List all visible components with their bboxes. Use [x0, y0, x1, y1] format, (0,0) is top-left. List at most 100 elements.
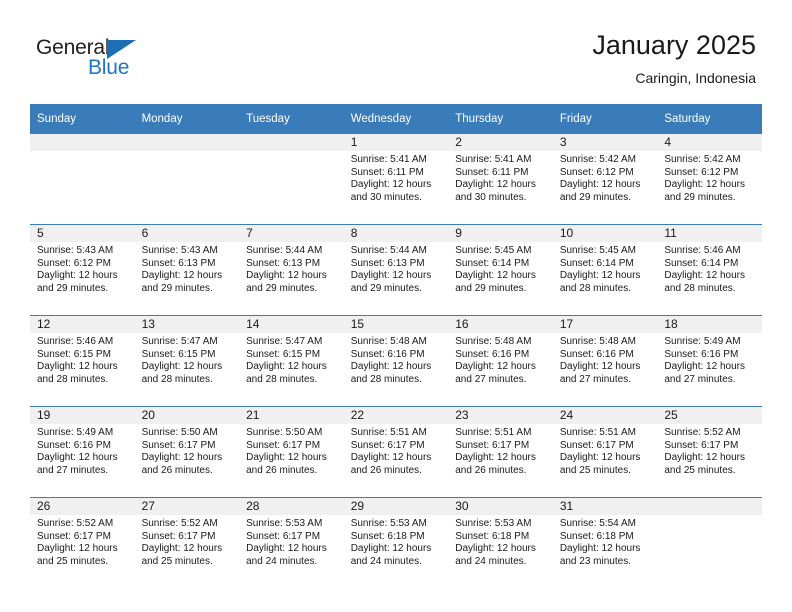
day-details: Sunrise: 5:42 AM Sunset: 6:12 PM Daylight:… — [553, 151, 658, 204]
generalblue-logo[interactable]: General Blue — [36, 36, 206, 84]
day-number: 2 — [448, 134, 553, 151]
day-number: 18 — [657, 316, 762, 333]
day-detail-line: Sunset: 6:12 PM — [664, 166, 739, 178]
day-cell-23[interactable]: 23 Sunrise: 5:51 AM Sunset: 6:17 PM Dayligh… — [448, 406, 553, 498]
day-number: 13 — [134, 316, 240, 333]
day-details: Sunrise: 5:42 AM Sunset: 6:12 PM Daylight:… — [657, 151, 762, 204]
day-detail-line: Daylight: 12 hours — [664, 452, 745, 464]
day-cell-empty — [657, 497, 762, 588]
day-cell-11[interactable]: 11 Sunrise: 5:46 AM Sunset: 6:14 PM Dayligh… — [657, 224, 762, 316]
day-detail-line: Sunset: 6:14 PM — [455, 257, 530, 269]
day-number: 9 — [448, 225, 553, 242]
day-cell-25[interactable]: 25 Sunrise: 5:52 AM Sunset: 6:17 PM Dayligh… — [657, 406, 762, 498]
day-cell-30[interactable]: 30 Sunrise: 5:53 AM Sunset: 6:18 PM Dayligh… — [448, 497, 553, 588]
day-details — [30, 151, 135, 154]
day-detail-line: Sunrise: 5:46 AM — [37, 336, 114, 347]
day-detail-line: Sunset: 6:17 PM — [37, 530, 111, 542]
day-cell-12[interactable]: 12 Sunrise: 5:46 AM Sunset: 6:15 PM Dayligh… — [30, 315, 135, 407]
day-detail-line: Sunrise: 5:51 AM — [350, 427, 427, 438]
day-detail-line: Daylight: 12 hours — [350, 361, 432, 373]
logo-text-blue: Blue — [88, 56, 130, 79]
day-cell-9[interactable]: 9 Sunrise: 5:45 AM Sunset: 6:14 PM Daylight… — [448, 224, 553, 316]
day-cell-3[interactable]: 3 Sunrise: 5:42 AM Sunset: 6:12 PM Daylight… — [552, 134, 658, 225]
day-cell-7[interactable]: 7 Sunrise: 5:44 AM Sunset: 6:13 PM Daylight… — [239, 224, 344, 316]
day-detail-line: Daylight: 12 hours — [664, 361, 745, 373]
day-cell-15[interactable]: 15 Sunrise: 5:48 AM Sunset: 6:16 PM Dayligh… — [343, 315, 449, 407]
day-number: 17 — [552, 316, 658, 333]
weekday-header-friday: Friday — [552, 104, 658, 134]
day-details: Sunrise: 5:45 AM Sunset: 6:14 PM Daylight:… — [553, 242, 658, 295]
day-detail-line: and 28 minutes. — [37, 373, 109, 385]
day-details: Sunrise: 5:54 AM Sunset: 6:18 PM Daylight:… — [553, 515, 658, 568]
day-details: Sunrise: 5:43 AM Sunset: 6:13 PM Daylight:… — [135, 242, 240, 295]
day-detail-line: Daylight: 12 hours — [559, 179, 641, 191]
day-cell-10[interactable]: 10 Sunrise: 5:45 AM Sunset: 6:14 PM Dayligh… — [552, 224, 658, 316]
day-details: Sunrise: 5:46 AM Sunset: 6:14 PM Daylight:… — [657, 242, 762, 295]
day-detail-line: Daylight: 12 hours — [559, 543, 641, 555]
day-detail-line: Sunrise: 5:53 AM — [246, 518, 323, 529]
day-details: Sunrise: 5:53 AM Sunset: 6:18 PM Daylight:… — [448, 515, 553, 568]
day-detail-line: and 28 minutes. — [141, 373, 213, 385]
day-detail-line: and 25 minutes. — [559, 464, 631, 476]
day-detail-line: Daylight: 12 hours — [559, 270, 641, 282]
title-block: January 2025 Caringin, Indonesia — [592, 28, 756, 88]
day-detail-line: Sunset: 6:18 PM — [559, 530, 634, 542]
day-detail-line: Daylight: 12 hours — [246, 270, 327, 282]
day-detail-line: Sunrise: 5:48 AM — [350, 336, 427, 347]
day-detail-line: Sunrise: 5:52 AM — [141, 518, 218, 529]
day-number: 4 — [657, 134, 762, 151]
day-detail-line: Daylight: 12 hours — [455, 270, 536, 282]
day-number: 23 — [448, 407, 553, 424]
day-cell-2[interactable]: 2 Sunrise: 5:41 AM Sunset: 6:11 PM Daylight… — [448, 134, 553, 225]
day-cell-28[interactable]: 28 Sunrise: 5:53 AM Sunset: 6:17 PM Dayligh… — [239, 497, 344, 588]
day-cell-16[interactable]: 16 Sunrise: 5:48 AM Sunset: 6:16 PM Dayligh… — [448, 315, 553, 407]
day-cell-5[interactable]: 5 Sunrise: 5:43 AM Sunset: 6:12 PM Daylight… — [30, 224, 135, 316]
day-cell-26[interactable]: 26 Sunrise: 5:52 AM Sunset: 6:17 PM Dayligh… — [30, 497, 135, 588]
day-number: 1 — [343, 134, 449, 151]
day-details: Sunrise: 5:47 AM Sunset: 6:15 PM Daylight:… — [135, 333, 240, 386]
day-detail-line: Daylight: 12 hours — [455, 452, 536, 464]
day-cell-8[interactable]: 8 Sunrise: 5:44 AM Sunset: 6:13 PM Daylight… — [343, 224, 449, 316]
day-number — [239, 134, 344, 151]
page-header: General Blue January 2025 Caringin, Indo… — [0, 0, 792, 104]
calendar-table: Sunday Monday Tuesday Wednesday Thursday Frid… — [30, 104, 762, 588]
day-detail-line: Daylight: 12 hours — [350, 179, 432, 191]
day-cell-18[interactable]: 18 Sunrise: 5:49 AM Sunset: 6:16 PM Dayligh… — [657, 315, 762, 407]
day-cell-14[interactable]: 14 Sunrise: 5:47 AM Sunset: 6:15 PM Dayligh… — [239, 315, 344, 407]
day-cell-4[interactable]: 4 Sunrise: 5:42 AM Sunset: 6:12 PM Daylight… — [657, 134, 762, 225]
day-detail-line: and 25 minutes. — [664, 464, 736, 476]
day-cell-22[interactable]: 22 Sunrise: 5:51 AM Sunset: 6:17 PM Dayligh… — [343, 406, 449, 498]
calendar-week-row: 5 Sunrise: 5:43 AM Sunset: 6:12 PM Daylight… — [30, 224, 762, 316]
day-cell-13[interactable]: 13 Sunrise: 5:47 AM Sunset: 6:15 PM Dayligh… — [134, 315, 240, 407]
day-cell-20[interactable]: 20 Sunrise: 5:50 AM Sunset: 6:17 PM Dayligh… — [134, 406, 240, 498]
day-cell-27[interactable]: 27 Sunrise: 5:52 AM Sunset: 6:17 PM Dayligh… — [134, 497, 240, 588]
day-cell-1[interactable]: 1 Sunrise: 5:41 AM Sunset: 6:11 PM Daylight… — [343, 134, 449, 225]
day-detail-line: Daylight: 12 hours — [559, 452, 641, 464]
calendar-week-row: 12 Sunrise: 5:46 AM Sunset: 6:15 PM Dayligh… — [30, 315, 762, 407]
day-cell-24[interactable]: 24 Sunrise: 5:51 AM Sunset: 6:17 PM Dayligh… — [552, 406, 658, 498]
day-detail-line: Daylight: 12 hours — [350, 270, 432, 282]
day-detail-line: Sunset: 6:16 PM — [559, 348, 634, 360]
day-detail-line: Sunset: 6:14 PM — [664, 257, 739, 269]
day-details: Sunrise: 5:48 AM Sunset: 6:16 PM Daylight:… — [344, 333, 449, 386]
day-cell-19[interactable]: 19 Sunrise: 5:49 AM Sunset: 6:16 PM Dayligh… — [30, 406, 135, 498]
day-cell-29[interactable]: 29 Sunrise: 5:53 AM Sunset: 6:18 PM Dayligh… — [343, 497, 449, 588]
day-cell-6[interactable]: 6 Sunrise: 5:43 AM Sunset: 6:13 PM Daylight… — [134, 224, 240, 316]
day-detail-line: Sunset: 6:11 PM — [350, 166, 424, 178]
day-detail-line: and 28 minutes. — [350, 373, 422, 385]
day-detail-line: Sunrise: 5:42 AM — [559, 154, 636, 165]
day-detail-line: and 27 minutes. — [455, 373, 527, 385]
day-cell-17[interactable]: 17 Sunrise: 5:48 AM Sunset: 6:16 PM Dayligh… — [552, 315, 658, 407]
day-number: 30 — [448, 498, 553, 515]
day-details: Sunrise: 5:43 AM Sunset: 6:12 PM Daylight:… — [30, 242, 135, 295]
day-detail-line: Sunset: 6:17 PM — [246, 530, 321, 542]
day-detail-line: Daylight: 12 hours — [350, 543, 432, 555]
day-detail-line: and 26 minutes. — [455, 464, 527, 476]
day-detail-line: Sunrise: 5:50 AM — [141, 427, 218, 438]
day-detail-line: and 28 minutes. — [664, 282, 736, 294]
calendar-page: General Blue January 2025 Caringin, Indo… — [0, 0, 792, 612]
day-cell-31[interactable]: 31 Sunrise: 5:54 AM Sunset: 6:18 PM Dayligh… — [552, 497, 658, 588]
day-cell-21[interactable]: 21 Sunrise: 5:50 AM Sunset: 6:17 PM Dayligh… — [239, 406, 344, 498]
day-details: Sunrise: 5:41 AM Sunset: 6:11 PM Daylight:… — [344, 151, 449, 204]
day-detail-line: Daylight: 12 hours — [455, 179, 536, 191]
